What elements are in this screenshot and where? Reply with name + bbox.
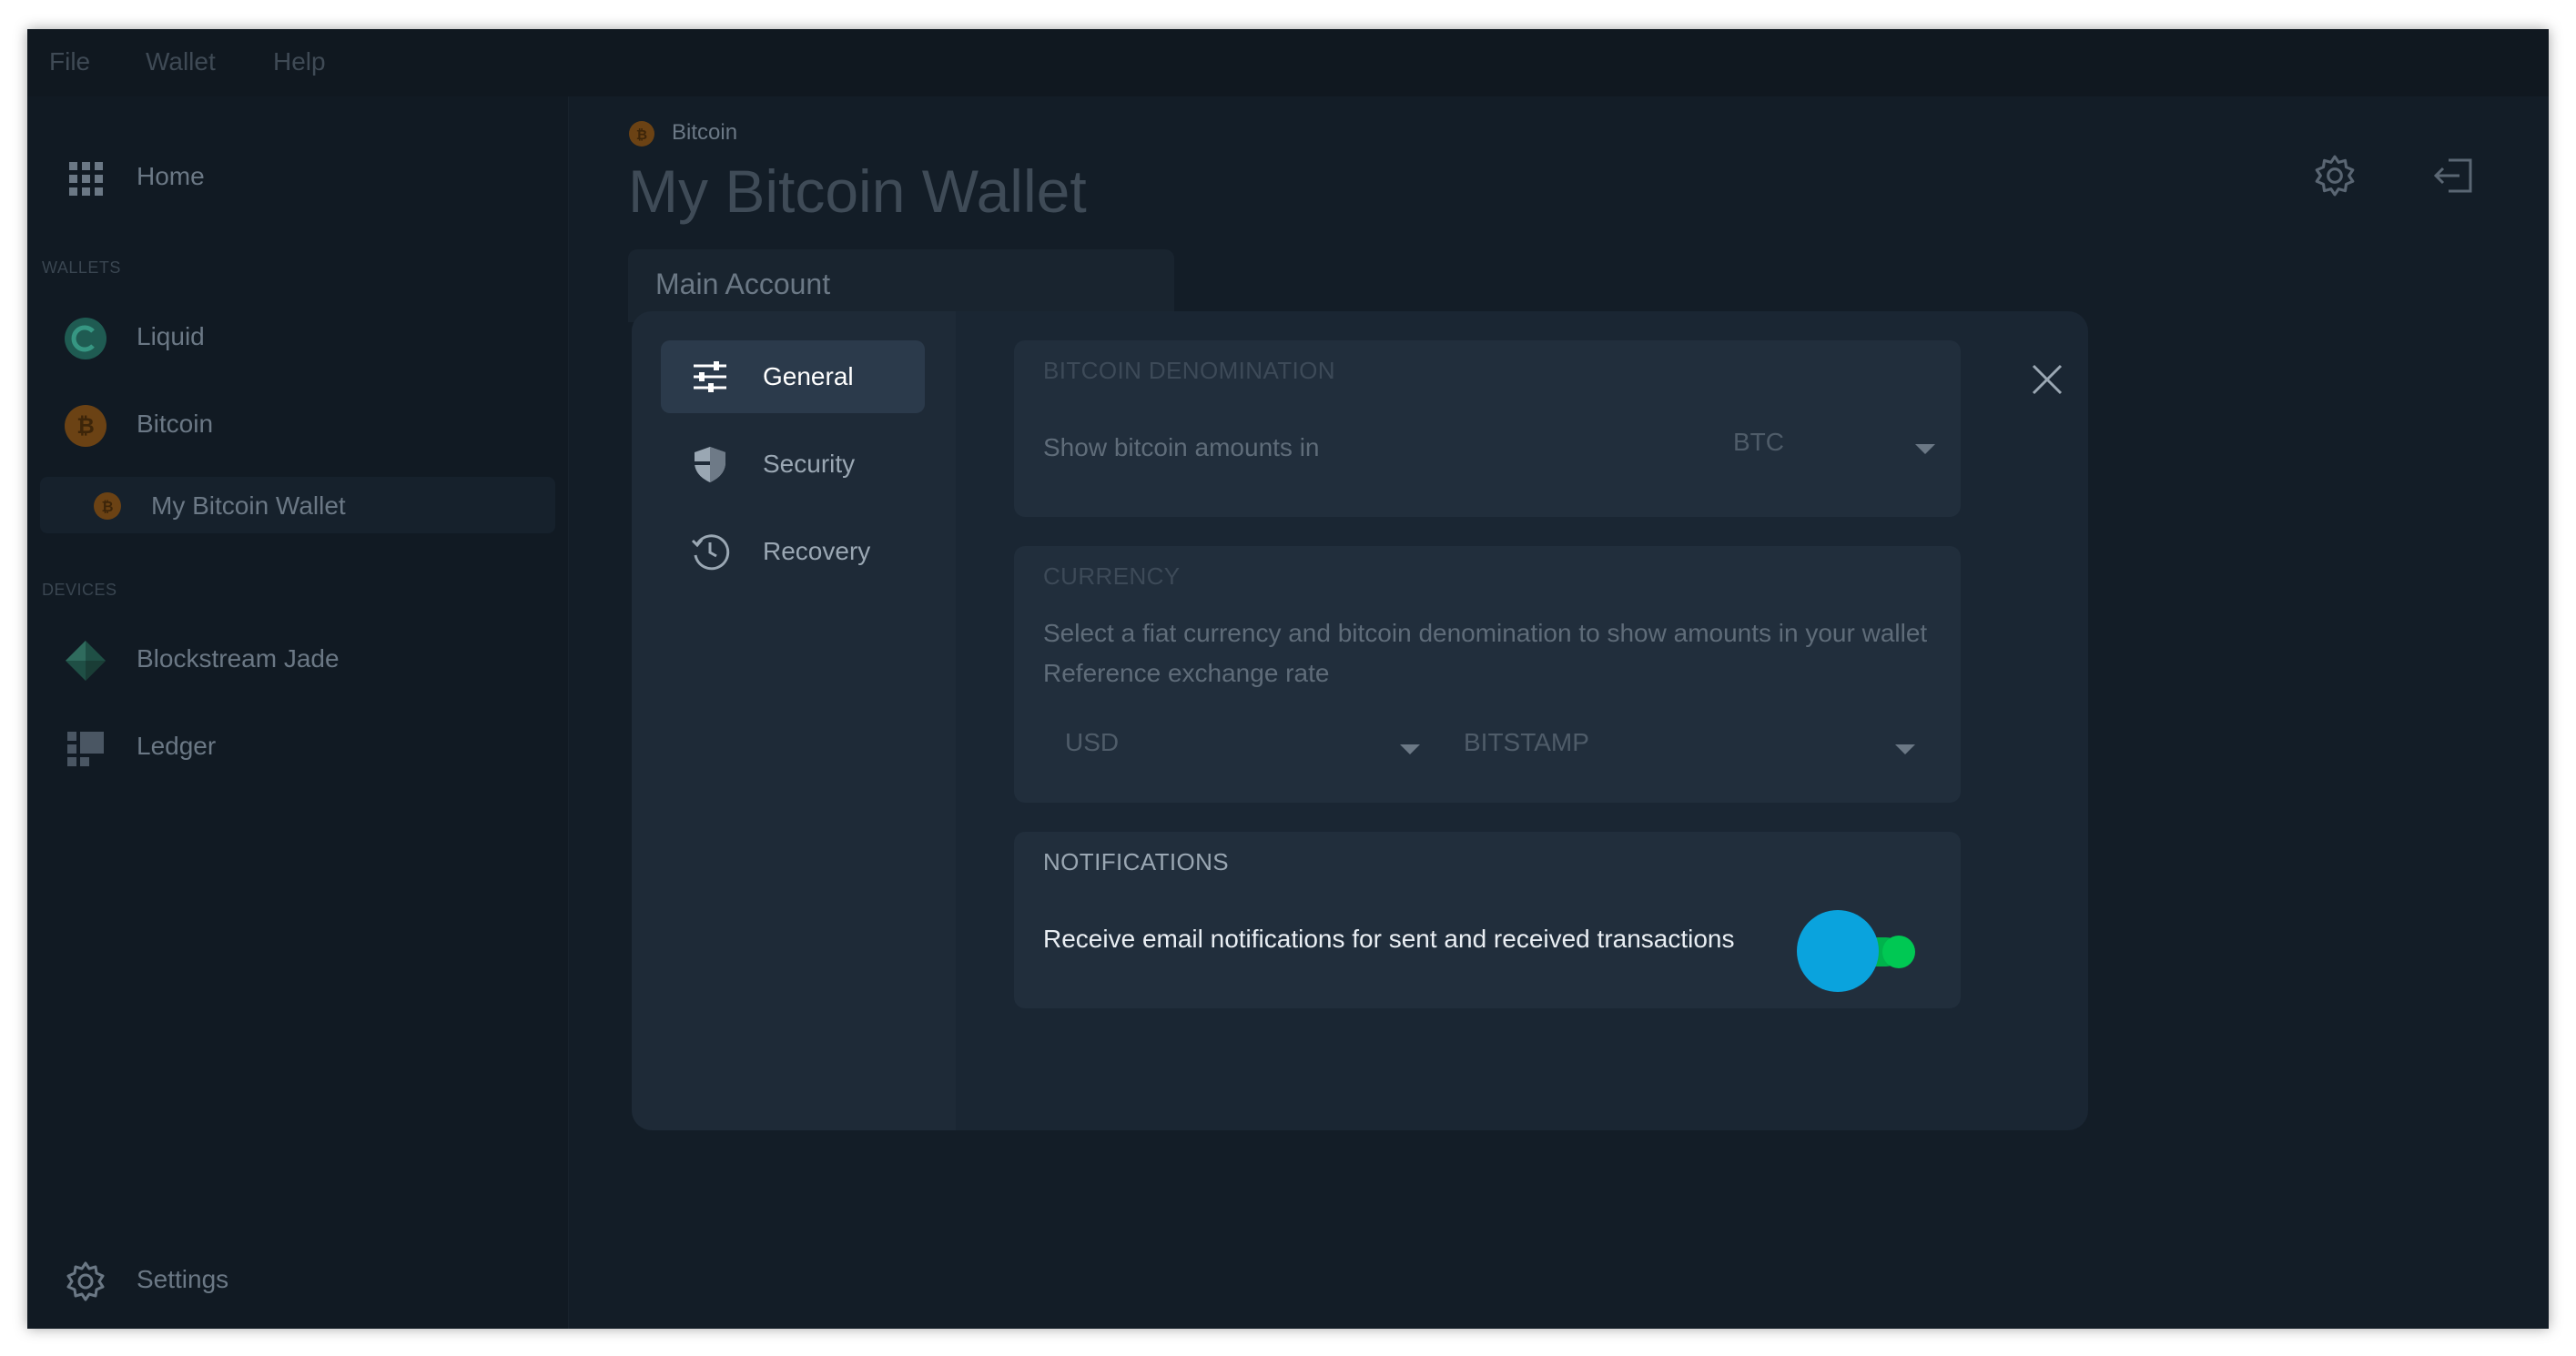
menu-help[interactable]: Help [273, 47, 326, 76]
sidebar-item-label: My Bitcoin Wallet [151, 491, 346, 520]
denomination-label: Show bitcoin amounts in [1043, 433, 1320, 461]
notifications-toggle[interactable] [1797, 910, 1915, 992]
sidebar-item-label: Liquid [137, 322, 205, 350]
denomination-card: BITCOIN DENOMINATION Show bitcoin amount… [1014, 340, 1961, 517]
select-value: USD [1065, 728, 1120, 756]
breadcrumb[interactable]: Bitcoin [672, 120, 737, 146]
toggle-knob [1797, 910, 1879, 992]
settings-nav: General Security Recovery [632, 311, 956, 1130]
sidebar-item-label: Home [137, 162, 205, 190]
bitcoin-icon: ₿ [65, 405, 106, 447]
sidebar-item-bitcoin[interactable]: ₿ Bitcoin [27, 393, 569, 457]
menu-wallet[interactable]: Wallet [146, 47, 216, 76]
bitcoin-icon: ₿ [629, 121, 654, 147]
close-icon[interactable] [2024, 357, 2070, 402]
sidebar-item-ledger[interactable]: Ledger [27, 715, 569, 779]
sidebar: Home WALLETS Liquid ₿ Bitcoin ₿ My Bitco… [27, 96, 569, 1329]
denomination-select[interactable]: BTC [1706, 428, 1942, 471]
card-title: NOTIFICATIONS [1043, 848, 1230, 875]
gear-icon [66, 1261, 105, 1301]
sliders-icon [694, 361, 726, 392]
currency-description: Select a fiat currency and bitcoin denom… [1043, 619, 1928, 647]
grid-icon [69, 162, 103, 196]
sidebar-item-label: Bitcoin [137, 410, 214, 438]
app-window: File Wallet Help Home WALLETS Liquid ₿ B… [27, 29, 2549, 1329]
bitcoin-icon: ₿ [94, 492, 121, 520]
fiat-currency-select[interactable]: USD [1043, 728, 1425, 772]
settings-nav-recovery[interactable]: Recovery [661, 515, 925, 588]
chevron-down-icon [1400, 744, 1420, 754]
exchange-select[interactable]: BITSTAMP [1442, 728, 1924, 772]
sidebar-item-label: Ledger [137, 732, 217, 760]
sidebar-item-my-bitcoin-wallet[interactable]: ₿ My Bitcoin Wallet [40, 477, 555, 533]
ledger-icon [67, 732, 104, 766]
notifications-label: Receive email notifications for sent and… [1043, 925, 1735, 953]
chevron-down-icon [1895, 744, 1915, 754]
select-value: BTC [1733, 428, 1784, 456]
svg-text:₿: ₿ [76, 413, 95, 439]
page-title: My Bitcoin Wallet [628, 157, 1087, 225]
jade-icon [66, 641, 106, 681]
nav-label: General [763, 362, 854, 390]
currency-card: CURRENCY Select a fiat currency and bitc… [1014, 546, 1961, 803]
sidebar-item-home[interactable]: Home [27, 146, 569, 209]
toggle-indicator [1882, 936, 1915, 968]
card-title: CURRENCY [1043, 562, 1181, 590]
logout-icon[interactable] [2430, 153, 2476, 198]
chevron-down-icon [1915, 444, 1935, 454]
settings-nav-general[interactable]: General [661, 340, 925, 413]
sidebar-item-label: Settings [137, 1265, 229, 1293]
menubar: File Wallet Help [27, 29, 2549, 96]
sidebar-item-settings[interactable]: Settings [27, 1249, 569, 1312]
devices-section-label: DEVICES [42, 581, 117, 599]
sidebar-item-label: Blockstream Jade [137, 644, 340, 673]
menu-file[interactable]: File [49, 47, 90, 76]
svg-text:₿: ₿ [636, 126, 647, 143]
select-value: BITSTAMP [1464, 728, 1589, 756]
history-icon [691, 534, 730, 571]
wallets-section-label: WALLETS [42, 258, 121, 277]
sidebar-item-jade[interactable]: Blockstream Jade [27, 628, 569, 692]
card-title: BITCOIN DENOMINATION [1043, 357, 1335, 384]
notifications-card: NOTIFICATIONS Receive email notification… [1014, 832, 1961, 1008]
tab-label: Main Account [655, 268, 831, 300]
svg-text:₿: ₿ [101, 498, 113, 515]
gear-icon[interactable] [2312, 153, 2358, 198]
shield-icon [695, 447, 725, 482]
sidebar-item-liquid[interactable]: Liquid [27, 306, 569, 369]
settings-dialog: General Security Recovery BITCOIN DENOMI… [632, 311, 2088, 1130]
settings-nav-security[interactable]: Security [661, 428, 925, 501]
nav-label: Recovery [763, 537, 871, 565]
exchange-label: Reference exchange rate [1043, 659, 1330, 687]
nav-label: Security [763, 450, 856, 478]
liquid-icon [65, 318, 106, 359]
